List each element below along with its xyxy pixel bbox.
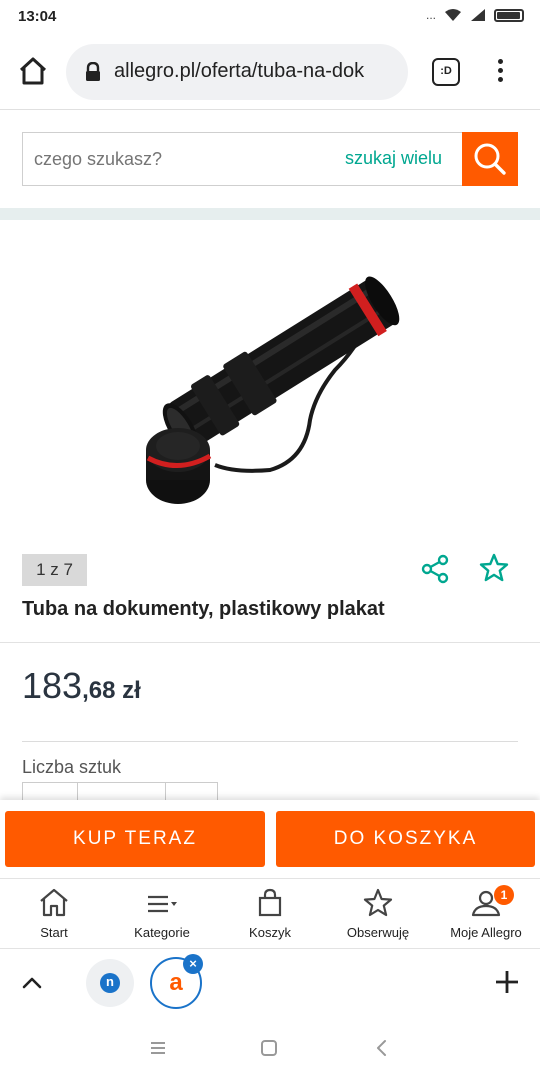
- menu-icon: [148, 895, 177, 913]
- purchase-bar: KUP TERAZ DO KOSZYKA: [0, 800, 540, 878]
- bag-icon: [258, 888, 282, 917]
- divider: [22, 741, 518, 742]
- browser-home-icon[interactable]: [16, 54, 50, 88]
- star-icon: [363, 888, 393, 917]
- price-main: 183: [22, 665, 83, 706]
- url-text: allegro.pl/oferta/tuba-na-dok: [114, 60, 365, 82]
- tab-thumbnail-1[interactable]: n: [86, 959, 134, 1007]
- search-bar: szukaj wielu: [22, 132, 518, 186]
- system-navigation: [0, 1016, 540, 1080]
- notification-dots: ...: [425, 8, 436, 22]
- notification-badge: 1: [494, 885, 514, 905]
- nav-obserwuje[interactable]: Obserwuję: [324, 879, 432, 949]
- search-input[interactable]: [23, 133, 323, 185]
- tab-favicon: n: [100, 973, 120, 993]
- price-rest: ,68 zł: [82, 677, 141, 704]
- nav-kategorie[interactable]: Kategorie: [108, 879, 216, 949]
- bottom-navigation: Start Kategorie Koszyk Obserwuję 1 Moje …: [0, 878, 540, 948]
- status-bar: 13:04 ...: [0, 0, 540, 34]
- nav-moje-allegro[interactable]: 1 Moje Allegro: [432, 879, 540, 949]
- status-time: 13:04: [18, 8, 57, 25]
- watch-star-icon[interactable]: [478, 552, 510, 584]
- nav-label: Kategorie: [134, 925, 190, 940]
- search-many-link[interactable]: szukaj wielu: [345, 148, 442, 169]
- image-counter: 1 z 7: [22, 554, 87, 586]
- nav-koszyk[interactable]: Koszyk: [216, 879, 324, 949]
- system-home-icon[interactable]: [259, 1038, 279, 1058]
- system-back-icon[interactable]: [372, 1038, 392, 1058]
- nav-label: Moje Allegro: [450, 925, 522, 940]
- browser-bottom-toolbar: n a: [0, 948, 540, 1016]
- recents-menu-icon[interactable]: [148, 1038, 168, 1058]
- close-tab-icon[interactable]: ×: [183, 954, 203, 974]
- quantity-label: Liczba sztuk: [22, 757, 122, 777]
- new-tab-plus-icon[interactable]: [494, 969, 520, 995]
- buy-now-button[interactable]: KUP TERAZ: [5, 811, 265, 867]
- add-to-cart-button[interactable]: DO KOSZYKA: [276, 811, 535, 867]
- battery-icon: [494, 8, 524, 22]
- search-icon: [474, 143, 506, 175]
- wifi-icon: [445, 9, 461, 21]
- search-button[interactable]: [462, 132, 518, 186]
- nav-start[interactable]: Start: [0, 879, 108, 949]
- tab-switcher-button[interactable]: :D: [432, 58, 460, 86]
- nav-label: Koszyk: [249, 925, 291, 940]
- divider: [0, 642, 540, 643]
- signal-icon: [471, 9, 485, 21]
- browser-menu-icon[interactable]: [494, 56, 506, 88]
- nav-label: Obserwuję: [346, 925, 410, 940]
- product-image[interactable]: [130, 260, 420, 520]
- product-price: 183,68 zł: [22, 665, 141, 707]
- chevron-up-icon[interactable]: [20, 971, 44, 995]
- lock-icon: [86, 62, 100, 81]
- browser-toolbar: allegro.pl/oferta/tuba-na-dok :D: [0, 34, 540, 110]
- home-icon: [40, 888, 68, 917]
- share-icon[interactable]: [420, 554, 450, 584]
- product-title: Tuba na dokumenty, plastikowy plakat: [22, 598, 385, 620]
- status-icons: ...: [426, 8, 524, 22]
- section-divider: [0, 208, 540, 220]
- nav-label: Start: [40, 925, 68, 940]
- address-bar[interactable]: allegro.pl/oferta/tuba-na-dok: [66, 44, 408, 100]
